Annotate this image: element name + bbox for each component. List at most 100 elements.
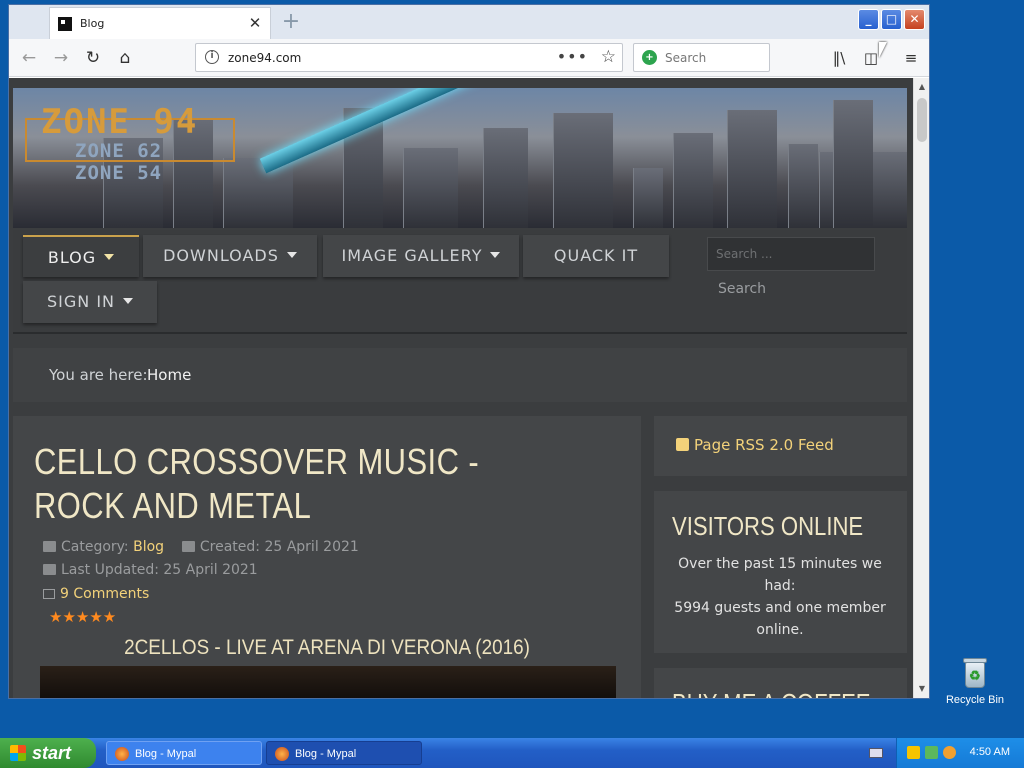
category-link[interactable]: Blog: [133, 539, 164, 555]
rss-module: Page RSS 2.0 Feed: [654, 416, 907, 476]
visitors-title: VISITORS ONLINE: [672, 511, 864, 541]
maximize-button[interactable]: □: [881, 9, 902, 30]
updated-date: Last Updated: 25 April 2021: [61, 562, 258, 578]
new-tab-icon[interactable]: +: [279, 9, 303, 35]
taskbar: start Blog - Mypal Blog - Mypal 4:50 AM: [0, 738, 1024, 768]
site-search-button[interactable]: Search: [707, 274, 777, 304]
article-title: CELLO CROSSOVER MUSIC - ROCK AND METAL: [34, 441, 480, 526]
logo-sub-1: ZONE 62: [75, 140, 163, 162]
taskbar-item-1[interactable]: Blog - Mypal: [106, 741, 262, 765]
coffee-module: BUY ME A COFFEE: [654, 668, 907, 698]
search-tray-icon[interactable]: [943, 746, 956, 759]
visitors-text-1: Over the past 15 minutes we had:: [678, 556, 882, 594]
scroll-thumb[interactable]: [917, 98, 927, 142]
category-label: Category:: [61, 539, 129, 555]
start-button[interactable]: start: [0, 738, 96, 768]
security-shield-icon[interactable]: [907, 746, 920, 759]
page-viewport: ZONE 94 ZONE 62 ZONE 54 BLOG DOWNLOADS I…: [9, 78, 913, 698]
menu-label-blog: BLOG: [47, 248, 97, 267]
menu-item-downloads[interactable]: DOWNLOADS: [143, 235, 317, 277]
tab-blog[interactable]: Blog ✕: [49, 7, 271, 39]
minimize-button[interactable]: _: [858, 9, 879, 30]
clock: 4:50 AM: [969, 746, 1010, 758]
article-updated: Last Updated: 25 April 2021: [43, 562, 258, 578]
comments-count: 9 Comments: [60, 586, 150, 602]
back-icon[interactable]: ←: [17, 47, 41, 71]
start-label: start: [32, 743, 72, 763]
url-bar[interactable]: i zone94.com ••• ☆: [195, 43, 623, 72]
taskbar-item-2[interactable]: Blog - Mypal: [266, 741, 422, 765]
site-search-input[interactable]: Search ...: [707, 237, 875, 271]
tab-close-icon[interactable]: ✕: [246, 14, 264, 32]
folder-icon: [43, 541, 56, 552]
close-window-button[interactable]: ✕: [904, 9, 925, 30]
site-banner: ZONE 94 ZONE 62 ZONE 54: [13, 88, 907, 228]
comments-link[interactable]: 9 Comments: [43, 586, 149, 602]
keyboard-icon[interactable]: [869, 748, 883, 758]
menu-label-sign-in: SIGN IN: [46, 292, 115, 311]
mouse-cursor-icon: [879, 42, 887, 58]
browser-search-input[interactable]: + Search: [633, 43, 770, 72]
chevron-down-icon: [104, 254, 115, 260]
menu-label-downloads: DOWNLOADS: [163, 246, 279, 265]
bookmark-star-icon[interactable]: ☆: [601, 47, 616, 67]
visitors-module: VISITORS ONLINE Over the past 15 minutes…: [654, 491, 907, 653]
menu-hamburger-icon[interactable]: ≡: [899, 47, 923, 71]
menu-item-quack-it[interactable]: QUACK IT: [523, 235, 669, 277]
site-info-icon[interactable]: i: [205, 50, 219, 64]
article-category: Category: Blog Created: 25 April 2021: [43, 539, 359, 555]
taskbar-item-label: Blog - Mypal: [135, 748, 197, 760]
forward-icon[interactable]: →: [49, 47, 73, 71]
article-subheading: 2CELLOS - LIVE AT ARENA DI VERONA (2016): [124, 636, 530, 659]
visitors-text: Over the past 15 minutes we had: 5994 gu…: [668, 553, 892, 641]
main-menu: BLOG DOWNLOADS IMAGE GALLERY QUACK IT SI…: [13, 230, 907, 334]
system-tray: 4:50 AM: [896, 738, 1024, 768]
scroll-down-icon[interactable]: ▼: [915, 682, 929, 696]
article: CELLO CROSSOVER MUSIC - ROCK AND METAL C…: [13, 416, 641, 698]
window-controls: _ □ ✕: [858, 9, 925, 30]
calendar-icon: [43, 564, 56, 575]
video-embed[interactable]: [40, 666, 616, 698]
browser-search-placeholder: Search: [665, 51, 707, 65]
breadcrumb-home[interactable]: Home: [147, 366, 191, 384]
site-favicon-icon: [58, 17, 72, 31]
calendar-icon: [181, 541, 195, 552]
recycle-bin[interactable]: ♻ Recycle Bin: [944, 656, 1006, 706]
chevron-down-icon: [123, 298, 133, 304]
menu-item-blog[interactable]: BLOG: [23, 235, 139, 277]
breadcrumb-label: You are here:: [49, 366, 148, 384]
menu-item-image-gallery[interactable]: IMAGE GALLERY: [323, 235, 519, 277]
rating-stars[interactable]: ★★★★★: [49, 608, 116, 626]
scroll-up-icon[interactable]: ▲: [915, 80, 929, 94]
search-engine-icon[interactable]: +: [642, 50, 657, 65]
taskbar-item-label: Blog - Mypal: [295, 748, 357, 760]
chevron-down-icon: [490, 252, 501, 258]
home-icon[interactable]: ⌂: [113, 47, 137, 71]
nav-toolbar: ← → ↻ ⌂ i zone94.com ••• ☆ + Search ‖\ ◫…: [9, 39, 929, 77]
created-date: Created: 25 April 2021: [199, 539, 359, 555]
menu-label-quack-it: QUACK IT: [553, 246, 639, 265]
breadcrumb: You are here: Home: [13, 348, 907, 402]
network-icon[interactable]: [925, 746, 938, 759]
browser-window: Blog ✕ + _ □ ✕ ← → ↻ ⌂ i zone94.com ••• …: [8, 4, 930, 699]
browser-app-icon: [275, 747, 289, 761]
url-text[interactable]: zone94.com: [228, 51, 301, 65]
browser-app-icon: [115, 747, 129, 761]
logo-sub-2: ZONE 54: [75, 162, 163, 184]
recycle-bin-icon: ♻: [960, 656, 990, 690]
menu-item-sign-in[interactable]: SIGN IN: [23, 281, 157, 323]
site-logo-sub: ZONE 62 ZONE 54: [75, 140, 162, 184]
menu-label-image-gallery: IMAGE GALLERY: [341, 246, 483, 265]
reload-icon[interactable]: ↻: [81, 47, 105, 71]
library-icon[interactable]: ‖\: [827, 47, 851, 71]
coffee-title: BUY ME A COFFEE: [672, 688, 871, 698]
recycle-bin-label: Recycle Bin: [945, 694, 1005, 706]
rss-feed-link[interactable]: Page RSS 2.0 Feed: [694, 436, 834, 454]
visitors-text-2: 5994 guests and one member online.: [674, 600, 886, 638]
tab-bar: Blog ✕ + _ □ ✕: [9, 5, 929, 39]
page-scrollbar[interactable]: ▲ ▼: [913, 78, 929, 698]
site-logo[interactable]: ZONE 94: [41, 102, 198, 142]
page-actions-icon[interactable]: •••: [557, 47, 588, 66]
tab-title: Blog: [80, 17, 105, 30]
comment-icon: [43, 589, 55, 599]
